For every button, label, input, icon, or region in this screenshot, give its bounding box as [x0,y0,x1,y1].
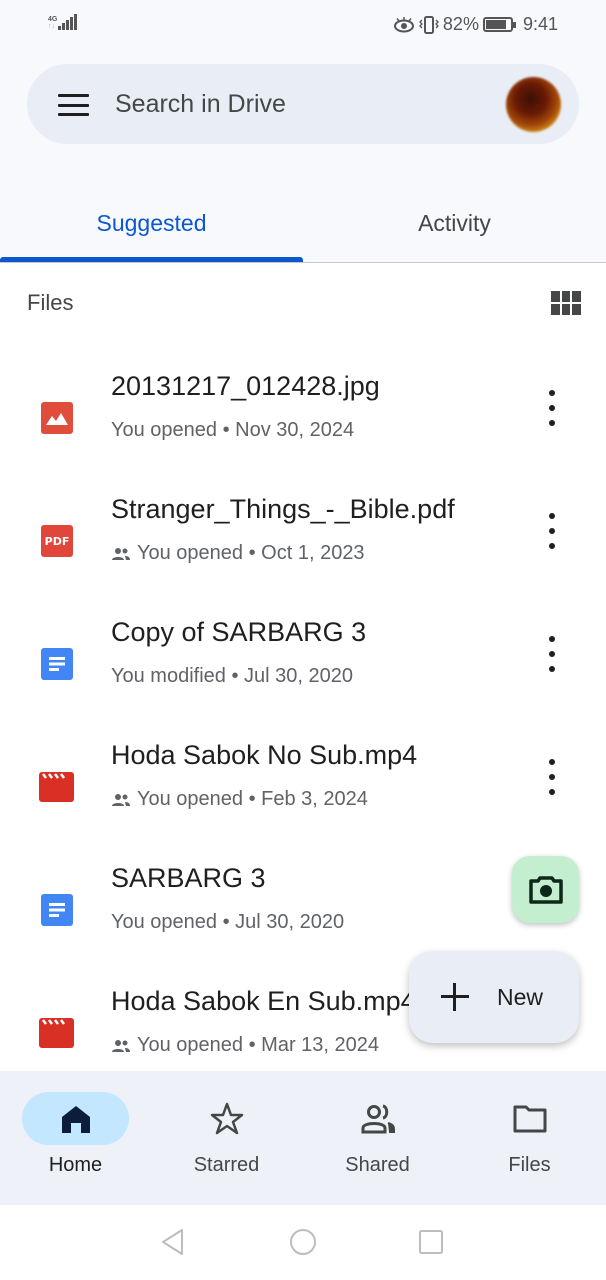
scan-camera-button[interactable] [512,856,579,923]
clock: 9:41 [522,14,558,34]
file-row[interactable]: 20131217_012428.jpg You opened • Nov 30,… [0,371,606,494]
battery-percent: 82% [442,14,479,34]
search-bar[interactable]: Search in Drive [27,64,579,144]
more-options-button[interactable] [538,759,566,795]
signal-indicator: 4G ↑↓ [48,14,78,30]
nav-files[interactable]: Files [454,1071,605,1205]
file-meta: You opened • Nov 30, 2024 [111,419,355,441]
star-icon [210,1102,243,1135]
file-meta: You modified • Jul 30, 2020 [111,665,353,687]
file-name: Copy of SARBARG 3 [111,617,367,647]
image-file-icon [41,402,73,434]
file-name: 20131217_012428.jpg [111,371,380,401]
search-input[interactable]: Search in Drive [115,90,286,119]
file-meta: You opened • Jul 30, 2020 [111,911,345,933]
shared-people-icon [112,1039,130,1052]
more-options-button[interactable] [538,390,566,426]
camera-icon [528,875,563,904]
active-tab-indicator [0,257,303,262]
account-avatar[interactable] [506,77,561,132]
more-options-button[interactable] [538,513,566,549]
recents-square-icon[interactable] [416,1227,446,1257]
pdf-file-icon: PDF [41,525,73,557]
status-bar: 4G ↑↓ 82% 9:41 [0,0,606,50]
system-navigation-bar [0,1205,606,1280]
file-meta: You opened • Oct 1, 2023 [111,542,365,565]
video-file-icon [39,772,74,802]
back-icon[interactable] [158,1227,188,1257]
battery-icon [482,17,516,32]
file-row[interactable]: Copy of SARBARG 3 You modified • Jul 30,… [0,617,606,740]
doc-file-icon [41,648,73,680]
shared-people-icon [112,793,130,806]
shared-people-icon [112,547,130,560]
file-row[interactable]: PDF Stranger_Things_-_Bible.pdf You open… [0,494,606,617]
tab-activity[interactable]: Activity [303,190,606,262]
home-icon [61,1106,90,1133]
hamburger-menu-icon[interactable] [58,94,89,116]
bottom-navigation: Home Starred Shared Files [0,1071,606,1205]
tab-suggested[interactable]: Suggested [0,190,303,262]
vibrate-icon [419,15,439,34]
file-row[interactable]: Hoda Sabok No Sub.mp4 You opened • Feb 3… [0,740,606,863]
nav-shared[interactable]: Shared [302,1071,453,1205]
nav-home[interactable]: Home [0,1071,151,1205]
eye-comfort-icon [393,16,414,32]
file-name: Stranger_Things_-_Bible.pdf [111,494,455,524]
file-name: SARBARG 3 [111,863,266,893]
signal-bars-icon [58,14,78,30]
nav-starred[interactable]: Starred [151,1071,302,1205]
more-options-button[interactable] [538,636,566,672]
network-type: 4G ↑↓ [48,16,58,30]
tab-bar: Suggested Activity [0,190,606,263]
grid-view-icon[interactable] [551,291,581,315]
home-circle-icon[interactable] [288,1227,318,1257]
file-meta: You opened • Feb 3, 2024 [111,788,368,811]
file-meta: You opened • Mar 13, 2024 [111,1034,379,1057]
video-file-icon [39,1018,74,1048]
doc-file-icon [41,894,73,926]
new-button[interactable]: New [409,951,579,1043]
file-name: Hoda Sabok No Sub.mp4 [111,740,418,770]
file-name: Hoda Sabok En Sub.mp4 [111,986,416,1016]
files-section-title: Files [27,290,74,315]
people-icon [361,1104,395,1134]
folder-icon [513,1105,546,1133]
plus-icon [441,983,469,1011]
